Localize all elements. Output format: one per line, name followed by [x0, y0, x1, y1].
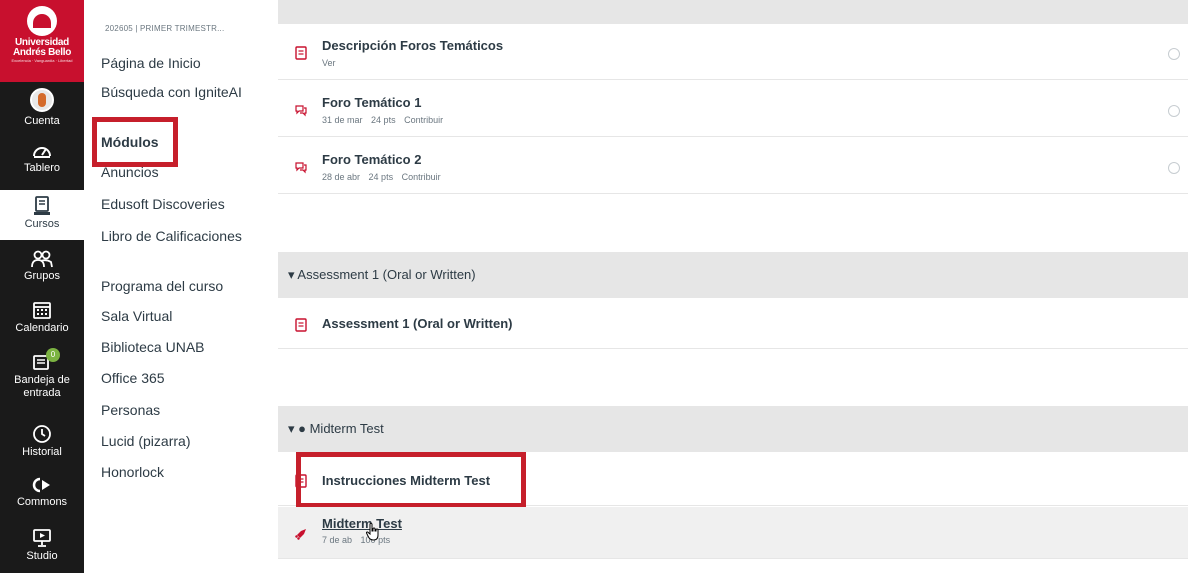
- global-nav-history[interactable]: Historial: [0, 424, 84, 466]
- global-nav-studio[interactable]: Studio: [0, 528, 84, 570]
- global-nav-label: Grupos: [23, 270, 61, 282]
- logo-emblem-icon: [27, 6, 57, 36]
- course-nav-office365[interactable]: Office 365: [101, 370, 251, 387]
- discussion-icon: [295, 105, 307, 117]
- global-nav-label: Studio: [26, 550, 58, 562]
- module-item-row[interactable]: Assessment 1 (Oral or Written): [278, 299, 1188, 349]
- course-nav-modules[interactable]: Módulos: [101, 134, 251, 151]
- course-nav-announcements[interactable]: Anuncios: [101, 164, 251, 181]
- discussion-icon: [295, 162, 307, 174]
- module-header-assessment[interactable]: ▾ Assessment 1 (Oral or Written): [278, 252, 1188, 298]
- meta-points: 24 pts: [368, 172, 394, 182]
- account-avatar-icon: [30, 88, 54, 112]
- completion-circle-icon: [1168, 48, 1180, 60]
- meta-due-date: 28 de abr: [322, 172, 361, 182]
- module-item-row[interactable]: Foro Temático 1 31 de mar 24 pts Contrib…: [278, 81, 1188, 137]
- course-nav-honorlock[interactable]: Honorlock: [101, 464, 251, 481]
- completion-circle-icon: [1168, 105, 1180, 117]
- global-nav-label: Bandeja de entrada: [14, 374, 70, 399]
- course-nav-virtual-room[interactable]: Sala Virtual: [101, 308, 251, 325]
- module-item-row[interactable]: Instrucciones Midterm Test: [278, 454, 1188, 506]
- calendar-icon: [33, 302, 51, 319]
- courses-icon: [34, 196, 50, 215]
- course-nav-lucid[interactable]: Lucid (pizarra): [101, 433, 251, 450]
- module-header-title: ▾ ● Midterm Test: [288, 421, 384, 436]
- meta-contribute: Contribuir: [401, 172, 441, 182]
- global-nav-label: Historial: [22, 446, 62, 458]
- course-nav-gradebook[interactable]: Libro de Calificaciones: [101, 228, 251, 245]
- completion-circle-icon: [1168, 162, 1180, 174]
- module-item-title[interactable]: Descripción Foros Temáticos: [322, 38, 503, 53]
- page-icon: [295, 46, 307, 60]
- global-nav-inbox[interactable]: 0 Bandeja de entrada: [0, 348, 84, 404]
- module-header-midterm[interactable]: ▾ ● Midterm Test: [278, 406, 1188, 452]
- history-icon: [33, 425, 51, 443]
- inbox-unread-badge: 0: [46, 348, 60, 362]
- global-nav-label: Tablero: [23, 162, 61, 174]
- global-nav-calendar[interactable]: Calendario: [0, 300, 84, 342]
- module-item-meta: 7 de ab 100 pts: [322, 535, 396, 545]
- global-nav-label: Cuenta: [24, 115, 60, 127]
- module-item-row[interactable]: Foro Temático 2 28 de abr 24 pts Contrib…: [278, 138, 1188, 194]
- course-nav-people[interactable]: Personas: [101, 402, 251, 419]
- meta-due-date: 31 de mar: [322, 115, 363, 125]
- module-item-title[interactable]: Assessment 1 (Oral or Written): [322, 316, 512, 331]
- global-nav-dashboard[interactable]: Tablero: [0, 142, 84, 184]
- module-item-meta: Ver: [322, 58, 342, 68]
- global-nav-commons[interactable]: Commons: [0, 476, 84, 516]
- meta-view: Ver: [322, 58, 336, 68]
- module-header-top: [278, 0, 1188, 24]
- global-nav-groups[interactable]: Grupos: [0, 250, 84, 292]
- hand-cursor-icon: [365, 522, 379, 541]
- global-nav-label: Calendario: [15, 322, 69, 334]
- module-item-row[interactable]: Midterm Test 7 de ab 100 pts: [278, 507, 1188, 559]
- module-item-meta: 28 de abr 24 pts Contribuir: [322, 172, 447, 182]
- app-window: Universidad Andrés Bello Excelencia · Va…: [0, 0, 1188, 573]
- global-nav-account[interactable]: Cuenta: [0, 88, 84, 132]
- meta-contribute: Contribuir: [404, 115, 444, 125]
- university-logo[interactable]: Universidad Andrés Bello Excelencia · Va…: [0, 0, 84, 82]
- global-nav-courses[interactable]: Cursos: [0, 190, 84, 240]
- quiz-rocket-icon: [295, 529, 306, 540]
- commons-icon: [32, 477, 50, 493]
- module-item-title[interactable]: Instrucciones Midterm Test: [322, 473, 490, 488]
- modules-content: Descripción Foros Temáticos Ver Foro Tem…: [264, 0, 1188, 573]
- module-item-title[interactable]: Foro Temático 1: [322, 95, 421, 110]
- course-nav-library[interactable]: Biblioteca UNAB: [101, 339, 251, 356]
- groups-icon: [31, 250, 53, 268]
- module-item-row[interactable]: Descripción Foros Temáticos Ver: [278, 24, 1188, 80]
- global-nav-label: Cursos: [24, 218, 60, 230]
- module-header-title: ▾ Assessment 1 (Oral or Written): [288, 267, 476, 282]
- logo-tagline: Excelencia · Vanguardia · Libertad: [11, 58, 73, 63]
- dashboard-icon: [33, 147, 51, 158]
- studio-icon: [33, 529, 51, 547]
- logo-text-line2: Andrés Bello: [12, 47, 72, 58]
- course-nav-ignite-search[interactable]: Búsqueda con IgniteAI: [101, 84, 251, 101]
- page-icon: [295, 474, 307, 488]
- course-nav-home[interactable]: Página de Inicio: [101, 55, 251, 72]
- course-navigation: 202605 | PRIMER TRIMESTR... Página de In…: [84, 0, 264, 573]
- module-item-title[interactable]: Midterm Test: [322, 516, 402, 531]
- global-navigation: Universidad Andrés Bello Excelencia · Va…: [0, 0, 84, 573]
- meta-points: 24 pts: [371, 115, 396, 125]
- page-icon: [295, 318, 307, 332]
- global-nav-label: Commons: [16, 496, 68, 508]
- course-term-label: 202605 | PRIMER TRIMESTR...: [105, 24, 225, 33]
- module-item-title[interactable]: Foro Temático 2: [322, 152, 421, 167]
- course-nav-syllabus[interactable]: Programa del curso: [101, 278, 251, 295]
- course-nav-edusoft[interactable]: Edusoft Discoveries: [101, 196, 251, 213]
- module-item-meta: 31 de mar 24 pts Contribuir: [322, 115, 449, 125]
- meta-due-date: 7 de ab: [322, 535, 353, 545]
